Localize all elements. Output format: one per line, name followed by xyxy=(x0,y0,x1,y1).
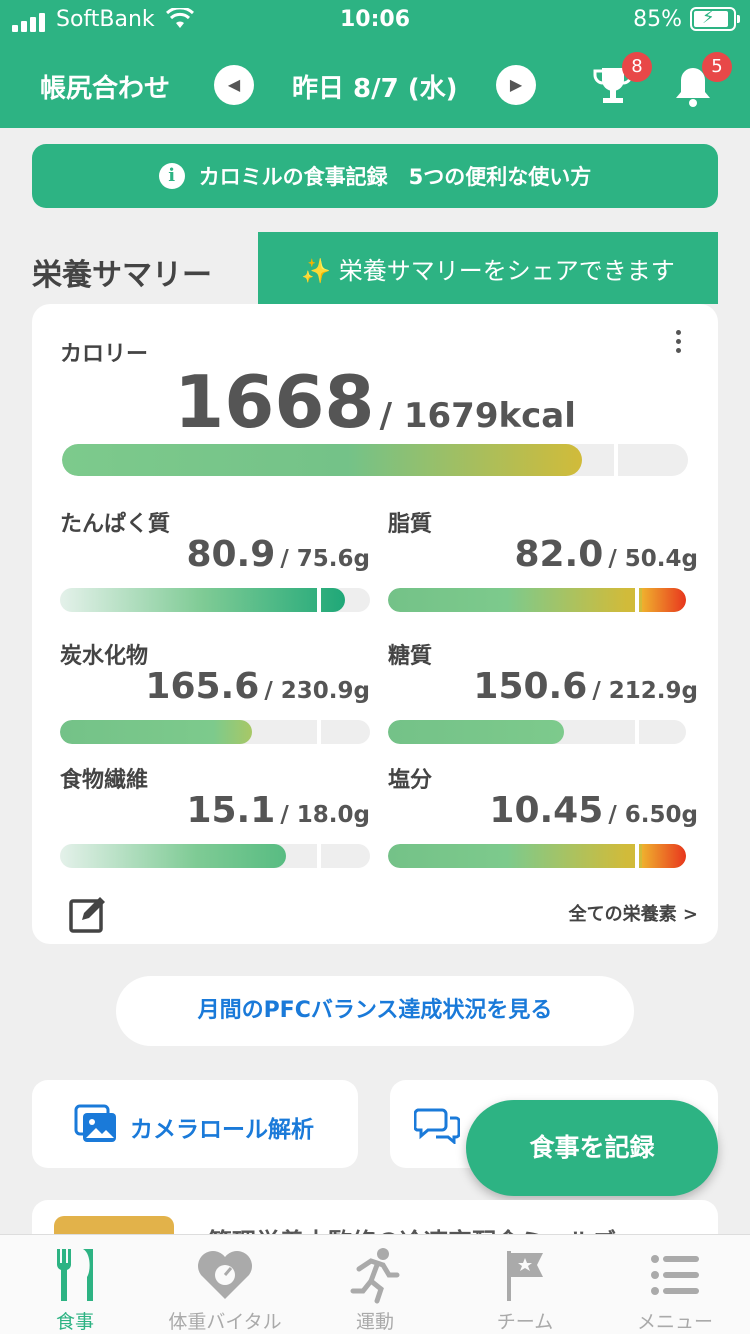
calorie-target: / 1679kcal xyxy=(379,396,576,436)
bottom-tab-bar: 食事 体重バイタル 運動 チーム メニュー xyxy=(0,1234,750,1334)
runner-icon xyxy=(350,1248,400,1304)
camera-roll-card[interactable]: カメラロール解析 xyxy=(32,1080,358,1168)
nutrient-intake: 165.6 xyxy=(145,666,260,707)
current-date[interactable]: 昨日 8/7 (水) xyxy=(292,68,458,105)
nutrient-intake: 82.0 xyxy=(514,534,604,575)
calorie-progress-bar xyxy=(62,444,688,476)
nutrient-item: たんぱく質 80.9 / 75.6g xyxy=(60,506,370,626)
nutrient-intake: 150.6 xyxy=(473,666,588,707)
tab-weight-vital-label: 体重バイタル xyxy=(168,1311,282,1333)
app-header: SoftBank 10:06 85% ⚡ 帳尻合わせ ◀ 昨日 8/7 (水) … xyxy=(0,0,750,128)
tab-meal-label: 食事 xyxy=(55,1311,94,1333)
nutrient-progress-bar xyxy=(388,844,686,868)
nutrient-target: / 230.9g xyxy=(264,678,370,704)
nutrient-progress-fill xyxy=(60,588,346,612)
tab-weight-vital[interactable]: 体重バイタル xyxy=(150,1235,300,1334)
tab-menu-label: メニュー xyxy=(636,1311,713,1333)
tab-exercise[interactable]: 運動 xyxy=(300,1235,450,1334)
nutrient-target: / 212.9g xyxy=(592,678,698,704)
nutrient-over-indicator xyxy=(642,588,686,612)
chat-icon xyxy=(414,1108,460,1144)
nutrient-target: / 75.6g xyxy=(280,546,370,572)
notification-badge: 5 xyxy=(702,52,732,82)
photos-icon xyxy=(74,1104,116,1142)
nutrient-item: 糖質 150.6 / 212.9g xyxy=(388,638,698,758)
nutrient-target: / 6.50g xyxy=(608,802,698,828)
nutrient-progress-bar xyxy=(60,844,370,868)
share-tooltip-text: ✨ 栄養サマリーをシェアできます xyxy=(301,256,675,285)
nutrient-progress-bar xyxy=(60,720,370,744)
nutrient-values: 15.1 / 18.0g xyxy=(186,790,370,831)
fork-knife-icon xyxy=(57,1249,93,1301)
next-day-button[interactable]: ▶ xyxy=(496,65,536,105)
nutrient-progress-bar xyxy=(388,588,686,612)
tips-text: カロミルの食事記録 5つの便利な使い方 xyxy=(198,165,592,189)
nutrient-intake: 10.45 xyxy=(489,790,604,831)
tab-meal[interactable]: 食事 xyxy=(0,1235,150,1334)
nutrient-over-indicator xyxy=(642,844,686,868)
prev-day-button[interactable]: ◀ xyxy=(214,65,254,105)
share-tooltip[interactable]: ✨ 栄養サマリーをシェアできます xyxy=(258,232,718,318)
calorie-intake: 1668 xyxy=(174,360,375,444)
trophy-button[interactable]: 8 xyxy=(588,52,652,112)
nutrient-progress-fill xyxy=(388,720,564,744)
all-nutrients-link[interactable]: 全ての栄養素 > xyxy=(569,900,698,926)
notification-button[interactable]: 5 xyxy=(668,52,732,112)
info-icon: i xyxy=(158,163,185,189)
nutrition-summary-card: カロリー 1668 / 1679kcal たんぱく質 80.9 / 75.6g 脂質… xyxy=(32,304,718,944)
heart-scale-icon xyxy=(198,1251,252,1299)
battery-icon: ⚡ xyxy=(690,7,740,31)
tab-menu[interactable]: メニュー xyxy=(600,1235,750,1334)
nutrient-target: / 18.0g xyxy=(280,802,370,828)
tab-team-label: チーム xyxy=(496,1311,554,1333)
nutrient-item: 食物繊維 15.1 / 18.0g xyxy=(60,762,370,882)
nutrient-progress-bar xyxy=(388,720,686,744)
tab-team[interactable]: チーム xyxy=(450,1235,600,1334)
status-bar: SoftBank 10:06 85% ⚡ xyxy=(0,0,750,40)
calorie-progress-fill xyxy=(62,444,582,476)
tab-exercise-label: 運動 xyxy=(355,1311,394,1333)
nutrient-item: 脂質 82.0 / 50.4g xyxy=(388,506,698,626)
list-menu-icon xyxy=(651,1255,699,1295)
battery-percent: 85% xyxy=(633,7,682,32)
more-options-icon[interactable] xyxy=(670,330,686,360)
nutrient-values: 82.0 / 50.4g xyxy=(514,534,698,575)
nutrient-intake: 15.1 xyxy=(186,790,276,831)
nutrient-values: 80.9 / 75.6g xyxy=(186,534,370,575)
nutrient-intake: 80.9 xyxy=(186,534,276,575)
nutrient-progress-fill xyxy=(60,720,253,744)
edit-icon[interactable] xyxy=(68,894,108,934)
calorie-value: 1668 / 1679kcal xyxy=(32,360,718,444)
trophy-badge: 8 xyxy=(622,52,652,82)
group-name[interactable]: 帳尻合わせ xyxy=(40,68,170,105)
flag-icon xyxy=(507,1251,543,1301)
nutrient-values: 165.6 / 230.9g xyxy=(145,666,370,707)
section-title: 栄養サマリー xyxy=(32,258,212,293)
pfc-balance-button[interactable]: 月間のPFCバランス達成状況を見る xyxy=(116,976,634,1046)
nutrient-values: 10.45 / 6.50g xyxy=(489,790,698,831)
nutrient-target: / 50.4g xyxy=(608,546,698,572)
record-meal-button[interactable]: 食事を記録 xyxy=(466,1100,718,1196)
nutrient-progress-fill xyxy=(60,844,287,868)
nutrient-item: 塩分 10.45 / 6.50g xyxy=(388,762,698,882)
nutrient-item: 炭水化物 165.6 / 230.9g xyxy=(60,638,370,758)
camera-roll-label: カメラロール解析 xyxy=(130,1117,314,1143)
nutrient-progress-bar xyxy=(60,588,370,612)
tips-banner[interactable]: i カロミルの食事記録 5つの便利な使い方 xyxy=(32,144,718,208)
nutrient-values: 150.6 / 212.9g xyxy=(473,666,698,707)
